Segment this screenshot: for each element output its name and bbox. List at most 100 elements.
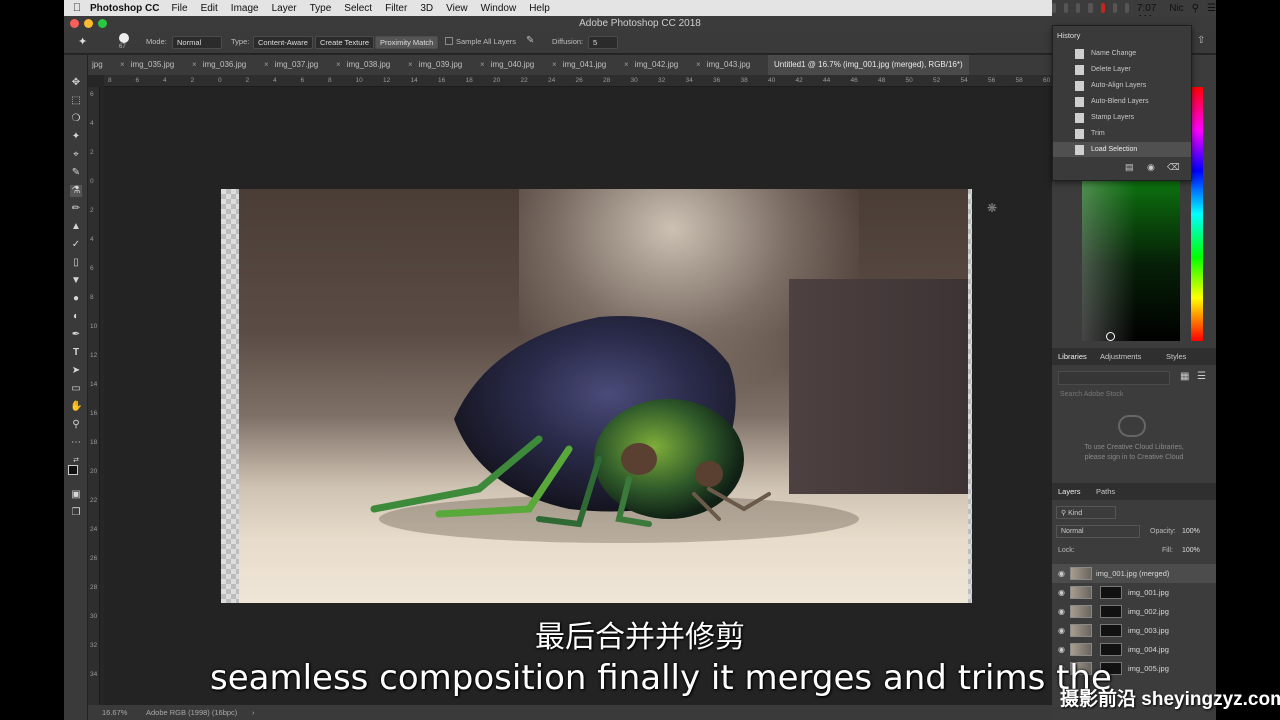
tab-doc[interactable]: jpg: [92, 60, 103, 69]
tab-styles[interactable]: Styles: [1166, 352, 1186, 361]
brush-preview[interactable]: [119, 33, 129, 43]
eraser-icon[interactable]: ▯: [70, 257, 82, 269]
status-arrow-icon[interactable]: ›: [252, 705, 255, 720]
alert-icon[interactable]: [1076, 3, 1081, 13]
foreground-color-swatch[interactable]: [68, 465, 78, 475]
library-select[interactable]: [1058, 371, 1170, 385]
list-view-icon[interactable]: ☰: [1197, 371, 1206, 382]
stamp-tool-icon[interactable]: ▲: [70, 221, 82, 233]
history-item[interactable]: Stamp Layers: [1053, 110, 1191, 125]
cloud-icon[interactable]: [1052, 3, 1057, 13]
history-item-selected[interactable]: Load Selection: [1053, 142, 1191, 157]
history-item[interactable]: Delete Layer: [1053, 62, 1191, 77]
tab-layers[interactable]: Layers: [1058, 487, 1081, 496]
opacity-value[interactable]: 100%: [1182, 528, 1200, 535]
history-item[interactable]: Auto-Blend Layers: [1053, 94, 1191, 109]
apple-icon[interactable]: : [64, 2, 90, 14]
crop-tool-icon[interactable]: ⌖: [70, 149, 82, 161]
history-item[interactable]: Auto-Align Layers: [1053, 78, 1191, 93]
tab-doc[interactable]: × img_041.jpg: [552, 60, 606, 69]
tab-doc[interactable]: × img_039.jpg: [408, 60, 462, 69]
screen-mode-icon[interactable]: ❐: [70, 507, 82, 519]
spot-healing-icon[interactable]: ✦: [78, 35, 87, 48]
tab-paths[interactable]: Paths: [1096, 487, 1115, 496]
visibility-eye-icon[interactable]: ◉: [1058, 569, 1067, 578]
rectangle-tool-icon[interactable]: ▭: [70, 383, 82, 395]
type-tool-icon[interactable]: T: [70, 347, 82, 359]
snapshot-camera-icon[interactable]: ◉: [1147, 162, 1155, 173]
content-aware-option[interactable]: Content-Aware: [253, 36, 313, 49]
menu-view[interactable]: View: [446, 3, 468, 14]
tab-active-doc[interactable]: Untitled1 @ 16.7% (img_001.jpg (merged),…: [768, 55, 969, 75]
sample-all-checkbox[interactable]: [445, 37, 453, 45]
color-profile[interactable]: Adobe RGB (1998) (16bpc): [146, 705, 237, 720]
user-name[interactable]: Nic: [1169, 3, 1183, 14]
eyedropper-icon[interactable]: ✎: [70, 167, 82, 179]
battery-icon[interactable]: [1124, 3, 1129, 13]
tab-doc[interactable]: × img_036.jpg: [192, 60, 246, 69]
sync-icon[interactable]: [1064, 3, 1069, 13]
close-icon[interactable]: ×: [408, 60, 413, 69]
marquee-tool-icon[interactable]: ⬚: [70, 95, 82, 107]
menu-list-icon[interactable]: ☰: [1207, 3, 1216, 14]
quick-mask-icon[interactable]: ▣: [70, 489, 82, 501]
history-item[interactable]: Name Change: [1053, 46, 1191, 61]
tab-doc[interactable]: × img_040.jpg: [480, 60, 534, 69]
healing-brush-icon[interactable]: ⚗: [70, 185, 82, 197]
visibility-eye-icon[interactable]: ◉: [1058, 588, 1067, 597]
library-search[interactable]: Search Adobe Stock: [1060, 391, 1123, 398]
blend-mode-select[interactable]: Normal: [1056, 525, 1140, 538]
grid-view-icon[interactable]: ▦: [1180, 371, 1189, 382]
hand-tool-icon[interactable]: ✋: [70, 401, 82, 413]
close-icon[interactable]: ×: [336, 60, 341, 69]
menu-file[interactable]: File: [171, 3, 187, 14]
close-icon[interactable]: ×: [552, 60, 557, 69]
menu-3d[interactable]: 3D: [420, 3, 433, 14]
tab-doc[interactable]: × img_038.jpg: [336, 60, 390, 69]
close-window-button[interactable]: [70, 19, 79, 28]
diffusion-select[interactable]: 5: [588, 36, 618, 49]
menu-select[interactable]: Select: [344, 3, 372, 14]
pressure-icon[interactable]: ✎: [526, 35, 534, 46]
menu-window[interactable]: Window: [481, 3, 517, 14]
history-brush-icon[interactable]: ✓: [70, 239, 82, 251]
close-icon[interactable]: ×: [480, 60, 485, 69]
blur-tool-icon[interactable]: ●: [70, 293, 82, 305]
mode-select[interactable]: Normal: [172, 36, 222, 49]
more-tools-icon[interactable]: ⋯: [70, 437, 82, 449]
paint-bucket-icon[interactable]: ▼: [70, 275, 82, 287]
history-item[interactable]: Trim: [1053, 126, 1191, 141]
minimize-window-button[interactable]: [84, 19, 93, 28]
share-icon[interactable]: ⇧: [1197, 35, 1205, 46]
wifi-icon[interactable]: [1112, 3, 1117, 13]
tab-doc[interactable]: × img_035.jpg: [120, 60, 174, 69]
color-picker-cursor[interactable]: [1106, 332, 1115, 341]
path-select-icon[interactable]: ➤: [70, 365, 82, 377]
zoom-window-button[interactable]: [98, 19, 107, 28]
menu-help[interactable]: Help: [529, 3, 550, 14]
menu-image[interactable]: Image: [231, 3, 259, 14]
quick-select-icon[interactable]: ✦: [70, 131, 82, 143]
record-icon[interactable]: [1100, 3, 1105, 13]
lasso-tool-icon[interactable]: ❍: [70, 113, 82, 125]
proximity-match-option[interactable]: Proximity Match: [375, 36, 439, 49]
menu-filter[interactable]: Filter: [385, 3, 407, 14]
zoom-level[interactable]: 16.67%: [102, 705, 127, 720]
menu-layer[interactable]: Layer: [272, 3, 297, 14]
hue-slider[interactable]: [1191, 87, 1203, 341]
close-icon[interactable]: ×: [264, 60, 269, 69]
tab-doc[interactable]: × img_037.jpg: [264, 60, 318, 69]
layer-row[interactable]: ◉ img_001.jpg (merged): [1052, 564, 1216, 583]
create-texture-option[interactable]: Create Texture: [315, 36, 375, 49]
spotlight-icon[interactable]: ⚲: [1192, 3, 1199, 14]
move-tool-icon[interactable]: ✥: [70, 77, 82, 89]
brush-tool-icon[interactable]: ✏: [70, 203, 82, 215]
close-icon[interactable]: ×: [696, 60, 701, 69]
trash-icon[interactable]: ⌫: [1167, 162, 1180, 173]
layer-filter-kind[interactable]: ⚲ Kind: [1056, 506, 1116, 519]
pen-tool-icon[interactable]: ✒: [70, 329, 82, 341]
close-icon[interactable]: ×: [120, 60, 125, 69]
tab-doc[interactable]: × img_043.jpg: [696, 60, 750, 69]
fill-value[interactable]: 100%: [1182, 547, 1200, 554]
tab-libraries[interactable]: Libraries: [1058, 352, 1087, 361]
